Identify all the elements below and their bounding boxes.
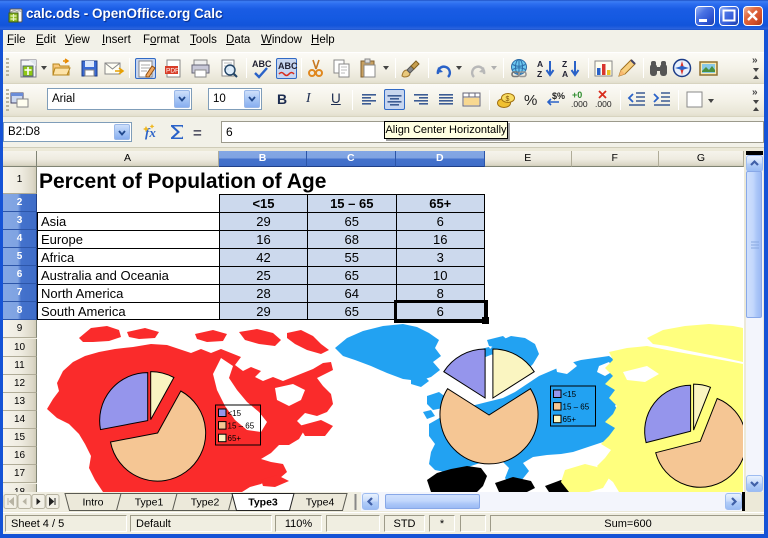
svg-text:15 – 65: 15 – 65 xyxy=(228,422,255,431)
svg-text:%: % xyxy=(524,92,537,109)
svg-text:A: A xyxy=(537,59,543,69)
svg-text:15 – 65: 15 – 65 xyxy=(563,403,590,412)
svg-text:Z: Z xyxy=(537,69,542,79)
svg-text:Type1: Type1 xyxy=(135,497,164,509)
svg-text:.000: .000 xyxy=(595,99,612,109)
svg-text:<15: <15 xyxy=(228,409,242,418)
svg-text:Type4: Type4 xyxy=(306,497,335,509)
svg-text:+0: +0 xyxy=(572,90,582,100)
svg-text:Z: Z xyxy=(562,59,567,69)
svg-text:<15: <15 xyxy=(563,390,577,399)
svg-text:65+: 65+ xyxy=(563,415,577,424)
svg-text:PDF: PDF xyxy=(166,68,179,75)
svg-text:.000: .000 xyxy=(571,99,588,109)
svg-text:$: $ xyxy=(506,96,510,103)
svg-text:Type2: Type2 xyxy=(191,497,220,509)
svg-text:fx: fx xyxy=(145,125,156,140)
svg-text:Type3: Type3 xyxy=(248,497,278,509)
svg-text:A: A xyxy=(562,69,568,79)
svg-text:$%: $% xyxy=(552,91,565,101)
svg-text:Intro: Intro xyxy=(82,497,103,509)
svg-text:65+: 65+ xyxy=(228,434,242,443)
svg-text:ABC: ABC xyxy=(252,59,272,69)
svg-text:ABC: ABC xyxy=(278,61,298,71)
